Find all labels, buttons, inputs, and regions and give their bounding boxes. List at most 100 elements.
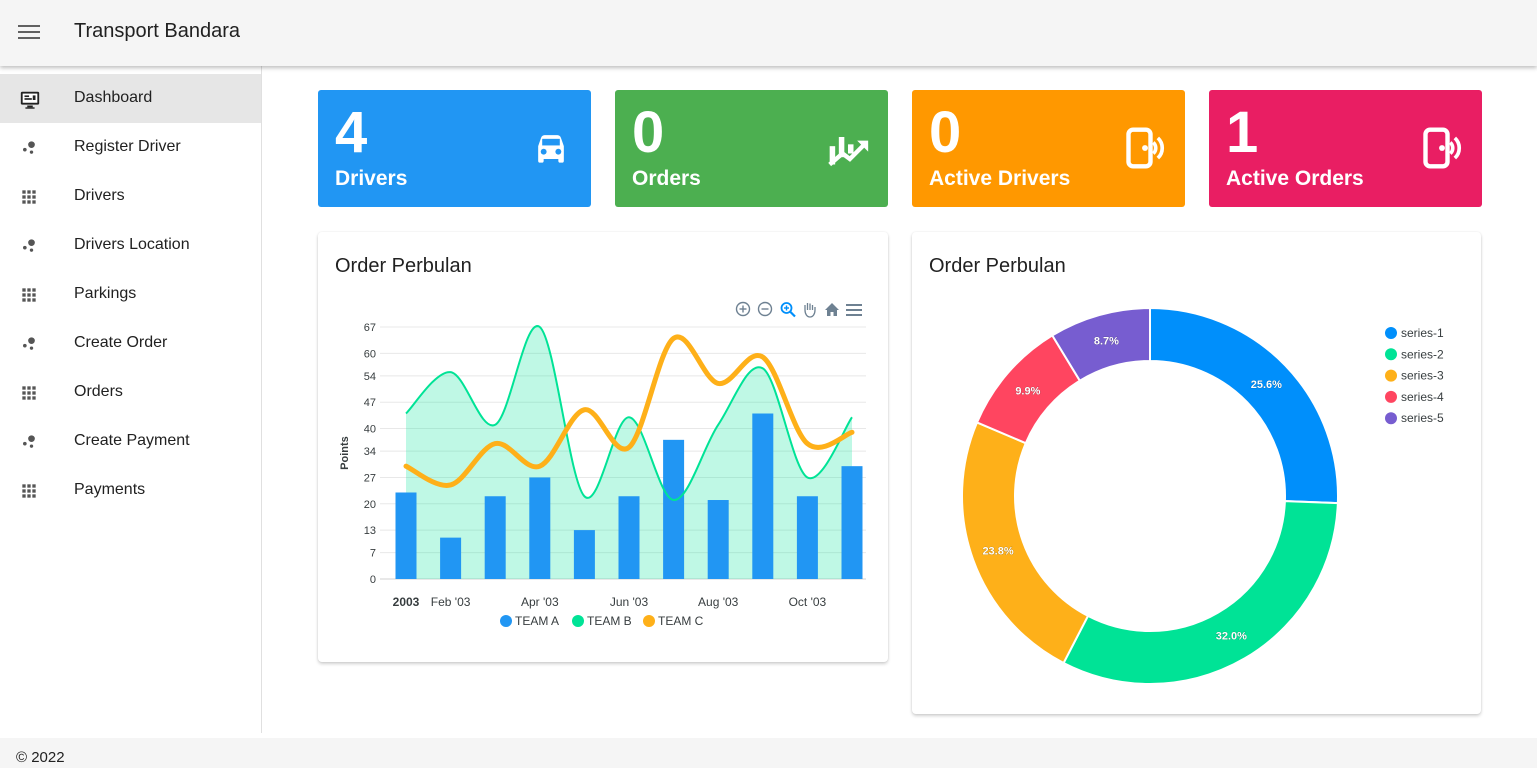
legend-marker xyxy=(500,615,512,627)
y-tick-label: 47 xyxy=(364,397,376,409)
bar-team-a[interactable] xyxy=(484,496,506,579)
stat-label: Orders xyxy=(632,167,701,190)
legend-marker xyxy=(572,615,584,627)
legend-item[interactable]: series-1 xyxy=(1385,326,1444,340)
y-axis-label: Points xyxy=(339,436,351,470)
grid-icon xyxy=(19,187,39,207)
donut-data-label: 8.7% xyxy=(1094,335,1119,347)
bar-team-a[interactable] xyxy=(573,530,595,579)
legend-marker xyxy=(1385,348,1397,361)
x-tick-label: Feb '03 xyxy=(431,595,471,609)
legend-label: series-5 xyxy=(1401,411,1444,425)
x-tick-label: 2003 xyxy=(393,595,420,609)
phone-signal-icon xyxy=(1123,126,1167,170)
y-tick-label: 60 xyxy=(364,348,376,360)
sidebar-item-label: Orders xyxy=(74,383,123,400)
bar-team-a[interactable] xyxy=(841,466,863,579)
menu-icon[interactable] xyxy=(846,304,862,316)
legend-item[interactable]: series-2 xyxy=(1385,347,1444,361)
legend-item[interactable]: TEAM B xyxy=(572,614,632,628)
stat-value: 1 xyxy=(1226,100,1259,165)
donut-slice-series-1[interactable] xyxy=(1149,306,1339,505)
donut-data-label: 32.0% xyxy=(1216,631,1247,643)
pan-hand-icon[interactable] xyxy=(804,303,816,318)
stat-card-active-orders[interactable]: 1 Active Orders xyxy=(1209,90,1482,207)
stat-card-active-drivers[interactable]: 0 Active Drivers xyxy=(912,90,1185,207)
stat-label: Active Orders xyxy=(1226,167,1364,190)
legend-marker xyxy=(1385,412,1397,425)
sidebar-item-create-order[interactable]: Create Order xyxy=(0,319,261,368)
x-tick-label: Apr '03 xyxy=(521,595,559,609)
stat-label: Active Drivers xyxy=(929,167,1071,190)
sidebar-item-create-payment[interactable]: Create Payment xyxy=(0,417,261,466)
stat-value: 0 xyxy=(632,100,665,165)
stat-card-drivers[interactable]: 4 Drivers xyxy=(318,90,591,207)
grid-icon xyxy=(19,285,39,305)
grid-icon xyxy=(19,383,39,403)
y-tick-label: 7 xyxy=(370,548,376,560)
sidebar-item-parkings[interactable]: Parkings xyxy=(0,270,261,319)
phone-signal-icon xyxy=(1420,126,1464,170)
footer-copyright: © 2022 xyxy=(16,749,65,766)
donut-chart-card: Order Perbulan 25.6% 32.0% 23.8% 9.9% 8.7% se… xyxy=(912,232,1481,714)
selection-zoom-icon[interactable] xyxy=(780,302,796,318)
legend-item[interactable]: series-5 xyxy=(1385,411,1444,425)
donut-slice-series-3[interactable] xyxy=(961,421,1090,665)
combo-chart: 0 7 13 20 27 34 40 47 54 60 67 Points 2003 Feb '03 Apr… xyxy=(339,301,866,628)
chart-toolbar xyxy=(735,301,862,318)
stat-value: 4 xyxy=(335,100,368,165)
legend-marker xyxy=(1385,369,1397,382)
hamburger-menu-icon[interactable] xyxy=(18,22,40,42)
legend-label: TEAM C xyxy=(658,614,704,628)
legend-label: TEAM B xyxy=(587,614,632,628)
legend-item[interactable]: TEAM A xyxy=(500,614,559,628)
legend-marker xyxy=(1385,327,1397,339)
zoom-in-icon[interactable] xyxy=(735,301,751,317)
sidebar-item-payments[interactable]: Payments xyxy=(0,466,261,515)
bar-team-a[interactable] xyxy=(796,496,818,579)
y-tick-label: 54 xyxy=(364,371,376,383)
bar-team-a[interactable] xyxy=(752,413,774,579)
sidebar-item-label: Drivers xyxy=(74,187,125,204)
sidebar-item-dashboard[interactable]: Dashboard xyxy=(0,74,261,123)
bubbles-icon xyxy=(19,432,39,452)
legend-item[interactable]: series-3 xyxy=(1385,369,1444,383)
grid-icon xyxy=(19,481,39,501)
sidebar-item-label: Create Payment xyxy=(74,432,190,449)
footer: © 2022 xyxy=(0,738,1537,768)
y-tick-label: 13 xyxy=(364,525,376,537)
legend-label: series-1 xyxy=(1401,326,1444,340)
y-tick-label: 34 xyxy=(364,446,376,458)
donut-data-label: 9.9% xyxy=(1015,385,1040,397)
legend-item[interactable]: TEAM C xyxy=(643,614,704,628)
donut-data-label: 25.6% xyxy=(1251,379,1282,391)
stat-value: 0 xyxy=(929,100,962,165)
stat-card-orders[interactable]: 0 Orders xyxy=(615,90,888,207)
y-tick-label: 40 xyxy=(364,424,376,436)
trending-chart-icon xyxy=(826,126,870,170)
donut-slice-series-2[interactable] xyxy=(1062,500,1339,685)
legend-item[interactable]: series-4 xyxy=(1385,390,1444,404)
sidebar-item-orders[interactable]: Orders xyxy=(0,368,261,417)
bar-team-a[interactable] xyxy=(529,477,551,579)
donut-legend: series-1 series-2 series-3 series-4 series-5 xyxy=(1385,326,1444,425)
sidebar-item-label: Parkings xyxy=(74,285,137,302)
bar-team-a[interactable] xyxy=(440,537,462,579)
monitor-icon xyxy=(19,89,40,109)
y-tick-label: 67 xyxy=(364,322,376,334)
zoom-out-icon[interactable] xyxy=(757,301,773,317)
legend-label: series-2 xyxy=(1401,347,1444,361)
app-title: Transport Bandara xyxy=(74,20,241,42)
bar-team-a[interactable] xyxy=(395,492,417,579)
app-bar: Transport Bandara xyxy=(0,0,1537,66)
home-reset-icon[interactable] xyxy=(825,303,839,316)
sidebar-item-drivers[interactable]: Drivers xyxy=(0,172,261,221)
sidebar-item-register-driver[interactable]: Register Driver xyxy=(0,123,261,172)
bar-team-a[interactable] xyxy=(663,439,685,579)
sidebar-item-drivers-location[interactable]: Drivers Location xyxy=(0,221,261,270)
x-tick-label: Oct '03 xyxy=(789,595,827,609)
bar-team-a[interactable] xyxy=(618,496,640,579)
sidebar-item-label: Register Driver xyxy=(74,138,181,155)
sidebar-item-label: Payments xyxy=(74,481,146,498)
bar-team-a[interactable] xyxy=(707,500,729,579)
